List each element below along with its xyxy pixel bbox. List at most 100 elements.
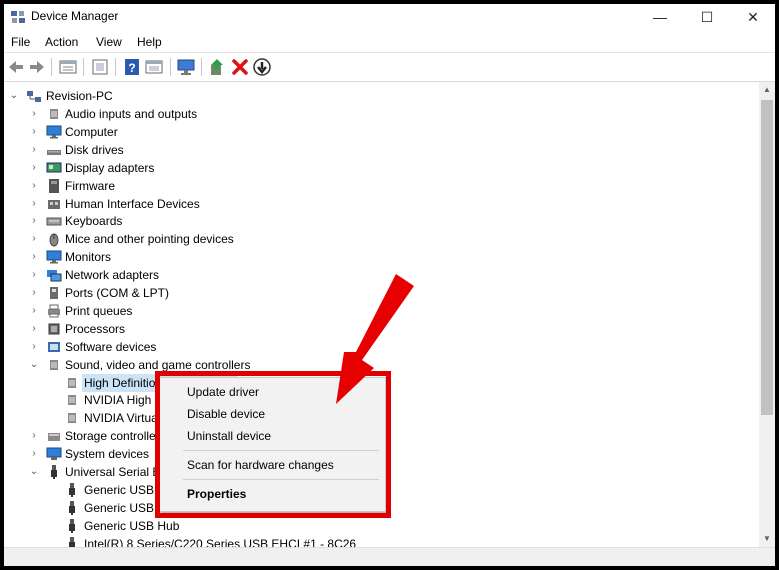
category-label: Software devices (65, 339, 157, 354)
monitor-icon (46, 250, 62, 264)
window-title: Device Manager (31, 9, 119, 23)
update-driver-icon[interactable] (207, 57, 227, 77)
monitor-icon (46, 125, 62, 139)
collapse-chevron-icon[interactable]: ⌄ (8, 87, 20, 105)
hid-icon (48, 199, 60, 209)
speaker-icon (68, 395, 76, 406)
menu-help[interactable]: Help (137, 35, 162, 49)
menu-view[interactable]: View (96, 35, 122, 49)
expand-chevron-icon[interactable]: › (28, 445, 40, 463)
expand-chevron-icon[interactable]: › (28, 302, 40, 320)
mouse-icon (49, 233, 59, 247)
forward-icon[interactable] (27, 57, 47, 77)
expand-chevron-icon[interactable]: › (28, 284, 40, 302)
toolbar-separator (83, 58, 84, 76)
device-label: Intel(R) 8 Series/C220 Series USB EHCI #… (84, 536, 357, 547)
category-label: Disk drives (65, 142, 124, 157)
category-label: Keyboards (65, 214, 123, 229)
expand-chevron-icon[interactable]: › (28, 266, 40, 284)
expand-chevron-icon[interactable]: › (28, 159, 40, 177)
enable-icon[interactable] (252, 57, 272, 77)
expand-chevron-icon[interactable]: › (28, 212, 40, 230)
maximize-button[interactable]: ☐ (684, 4, 730, 30)
category-label: Computer (65, 124, 118, 139)
tree-category[interactable]: › Audio inputs and outputs (4, 105, 744, 123)
computer-icon (27, 91, 41, 102)
tree-category[interactable]: › Firmware (4, 177, 744, 195)
usb-icon (69, 482, 75, 497)
toolbar-separator (51, 58, 52, 76)
collapse-chevron-icon[interactable]: ⌄ (28, 356, 40, 374)
toolbar-separator (115, 58, 116, 76)
svg-text:?: ? (128, 61, 135, 75)
usb-icon (69, 536, 75, 547)
category-label: Processors (65, 321, 126, 336)
expand-chevron-icon[interactable]: › (28, 105, 40, 123)
disk-icon (47, 149, 61, 155)
category-label: Monitors (65, 250, 112, 265)
device-manager-icon (11, 11, 25, 23)
speaker-icon (68, 413, 76, 424)
tree-root[interactable]: ⌄ Revision-PC (4, 87, 304, 105)
collapse-chevron-icon[interactable]: ⌄ (28, 463, 40, 481)
horizontal-scrollbar[interactable] (4, 547, 775, 566)
vertical-scrollbar[interactable]: ▲ ▼ (759, 82, 775, 547)
tree-category[interactable]: › Monitors (4, 248, 744, 266)
tree-device[interactable]: Generic USB Hub (4, 517, 744, 535)
resource-view-icon[interactable] (144, 57, 164, 77)
scroll-down-icon[interactable]: ▼ (759, 531, 775, 547)
usb-icon (69, 500, 75, 515)
speaker-icon (50, 359, 58, 370)
tree-category[interactable]: › Mice and other pointing devices (4, 230, 744, 248)
tree-category[interactable]: › Computer (4, 123, 744, 141)
tree-category[interactable]: › Keyboards (4, 212, 744, 230)
uninstall-icon[interactable] (230, 57, 250, 77)
show-hidden-icon[interactable] (90, 57, 110, 77)
display-icon (46, 162, 62, 173)
category-label: Display adapters (65, 160, 155, 175)
expand-chevron-icon[interactable]: › (28, 338, 40, 356)
menu-bar: File Action View Help (4, 32, 775, 52)
expand-chevron-icon[interactable]: › (28, 177, 40, 195)
tree-category[interactable]: › Human Interface Devices (4, 195, 744, 213)
scroll-up-icon[interactable]: ▲ (759, 82, 775, 98)
expand-chevron-icon[interactable]: › (28, 427, 40, 445)
scroll-thumb[interactable] (761, 100, 773, 415)
category-label: Firmware (65, 178, 115, 193)
device-label: Generic USB Hub (84, 518, 180, 533)
storage-icon (48, 433, 60, 442)
tree-category[interactable]: › Disk drives (4, 141, 744, 159)
menu-file[interactable]: File (11, 35, 30, 49)
close-button[interactable]: ✕ (730, 4, 775, 30)
back-icon[interactable] (6, 57, 26, 77)
menu-action[interactable]: Action (45, 35, 78, 49)
computer-scan-icon[interactable] (176, 57, 196, 77)
expand-chevron-icon[interactable]: › (28, 320, 40, 338)
toolbar: ? (4, 52, 775, 82)
expand-chevron-icon[interactable]: › (28, 230, 40, 248)
usb-icon (51, 465, 57, 479)
software-icon (48, 341, 60, 352)
printer-icon (48, 304, 60, 318)
port-icon (50, 287, 58, 299)
toolbar-separator (201, 58, 202, 76)
keyboard-icon (46, 217, 62, 226)
tree-device[interactable]: Intel(R) 8 Series/C220 Series USB EHCI #… (4, 535, 744, 547)
expand-chevron-icon[interactable]: › (28, 248, 40, 266)
category-label: Audio inputs and outputs (65, 107, 198, 121)
category-label: Print queues (65, 303, 133, 318)
expand-chevron-icon[interactable]: › (28, 141, 40, 159)
usb-icon (69, 518, 75, 533)
root-label: Revision-PC (46, 89, 113, 103)
help-icon[interactable]: ? (122, 57, 142, 77)
expand-chevron-icon[interactable]: › (28, 195, 40, 213)
chip-icon (48, 323, 60, 335)
pointer-arrow-icon (336, 274, 414, 404)
minimize-button[interactable]: — (637, 4, 683, 30)
system-icon (46, 447, 62, 461)
properties-view-icon[interactable] (58, 57, 78, 77)
expand-chevron-icon[interactable]: › (28, 123, 40, 141)
category-label: Mice and other pointing devices (65, 232, 234, 247)
category-label: Storage controllers (65, 429, 166, 444)
tree-category[interactable]: › Display adapters (4, 159, 744, 177)
